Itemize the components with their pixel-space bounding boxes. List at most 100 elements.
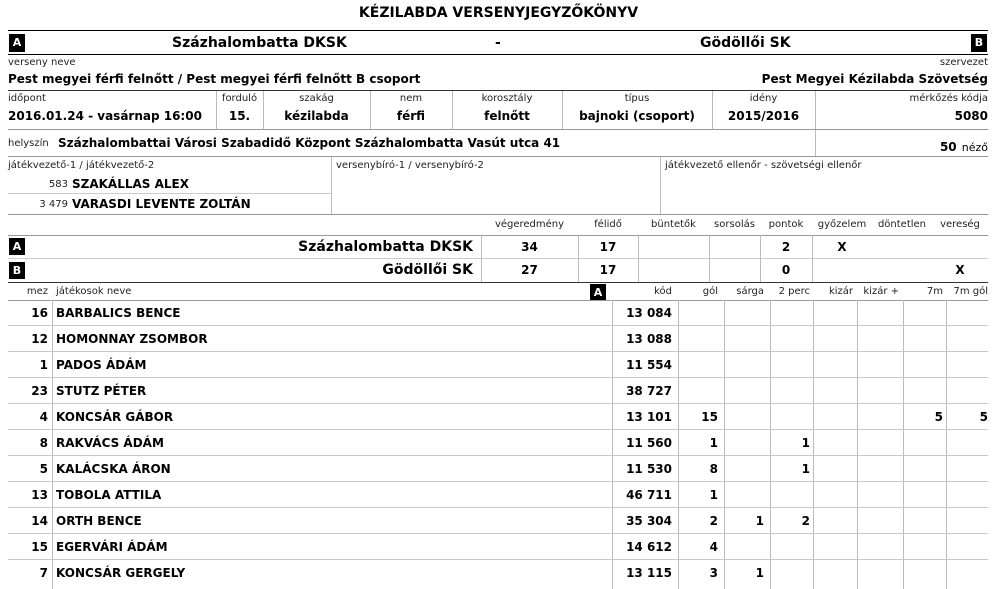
table-row: 16 BARBALICS BENCE 13 084: [8, 300, 988, 326]
match-code-value: 5080: [954, 109, 988, 123]
gender-value: férfi: [396, 109, 426, 123]
result-b-team: Gödöllői SK: [382, 262, 473, 278]
player-goals: 4: [709, 540, 718, 554]
player-goals: 1: [709, 436, 718, 450]
player-number: 1: [39, 358, 48, 372]
table-row: 1 PADOS ÁDÁM 11 554: [8, 352, 988, 378]
player-number: 13: [31, 488, 48, 502]
result-a-points: 2: [781, 240, 791, 254]
result-b-badge: B: [9, 262, 25, 279]
player-number: 5: [39, 462, 48, 476]
player-number: 7: [39, 566, 48, 580]
round-label: forduló: [221, 93, 258, 104]
referee-1-id: 583: [48, 179, 68, 190]
time-value: 2016.01.24 - vasárnap 16:00: [8, 109, 202, 123]
player-number: 12: [31, 332, 48, 346]
player-goals: 8: [709, 462, 718, 476]
sport-label: szakág: [299, 93, 334, 104]
teams-separator: -: [495, 35, 501, 51]
player-2min: 1: [801, 462, 810, 476]
document-title: KÉZILABDA VERSENYJEGYZŐKÖNYV: [358, 5, 639, 21]
controller-label: játékvezető ellenőr - szövetségi ellenőr: [665, 160, 862, 171]
table-row: 15 EGERVÁRI ÁDÁM 14 612 4: [8, 534, 988, 560]
results-half-header: félidő: [594, 219, 622, 230]
player-code: 11 530: [626, 462, 672, 476]
player-name: PADOS ÁDÁM: [56, 358, 147, 372]
player-name: STUTZ PÉTER: [56, 384, 147, 398]
match-code-label: mérkőzés kódja: [909, 93, 988, 104]
results-points-header: pontok: [768, 219, 804, 230]
result-a-final: 34: [521, 240, 538, 254]
player-number: 8: [39, 436, 48, 450]
referee-1-name: SZAKÁLLAS ALEX: [72, 177, 189, 191]
results-draw-header: sorsolás: [714, 219, 755, 230]
players-2min-header: 2 perc: [778, 286, 810, 297]
venue-value: Százhalombattai Városi Szabadidő Központ…: [58, 136, 561, 150]
table-row: 7 KONCSÁR GERGELY 13 115 3 1: [8, 560, 988, 586]
player-code: 13 088: [626, 332, 672, 346]
spectators: 50 néző: [940, 136, 988, 155]
player-code: 13 101: [626, 410, 672, 424]
player-goals: 2: [709, 514, 718, 528]
result-b-final: 27: [521, 263, 538, 277]
table-row: 13 TOBOLA ATTILA 46 711 1: [8, 482, 988, 508]
player-name: KONCSÁR GERGELY: [56, 566, 186, 580]
table-row: 5 KALÁCSKA ÁRON 11 530 8 1: [8, 456, 988, 482]
season-value: 2015/2016: [727, 109, 800, 123]
result-b-loss: X: [955, 263, 965, 277]
result-b-points: 0: [781, 263, 791, 277]
player-goals: 1: [709, 488, 718, 502]
season-label: idény: [749, 93, 778, 104]
players-7m-header: 7m: [926, 286, 943, 297]
age-group-label: korosztály: [481, 93, 533, 104]
player-code: 35 304: [626, 514, 672, 528]
player-name: TOBOLA ATTILA: [56, 488, 162, 502]
judges-label: versenybíró-1 / versenybíró-2: [336, 160, 484, 171]
player-goals: 3: [709, 566, 718, 580]
players-team-badge: A: [590, 284, 606, 301]
player-7m-goal: 5: [979, 410, 988, 424]
players-excl-plus-header: kizár +: [863, 286, 899, 297]
player-name: EGERVÁRI ÁDÁM: [56, 540, 168, 554]
result-b-half: 17: [599, 263, 617, 277]
players-yellow-header: sárga: [736, 286, 764, 297]
player-name: RAKVÁCS ÁDÁM: [56, 436, 164, 450]
results-win-header: győzelem: [817, 219, 867, 230]
player-code: 38 727: [626, 384, 672, 398]
table-row: 8 RAKVÁCS ÁDÁM 11 560 1 1: [8, 430, 988, 456]
player-name: KONCSÁR GÁBOR: [56, 410, 174, 424]
sport-value: kézilabda: [284, 109, 349, 123]
table-row: 23 STUTZ PÉTER 38 727: [8, 378, 988, 404]
player-number: 23: [31, 384, 48, 398]
teams-bar: A Százhalombatta DKSK - Gödöllői SK B: [8, 30, 988, 55]
results-loss-header: vereség: [940, 219, 980, 230]
referee-2-name: VARASDI LEVENTE ZOLTÁN: [72, 197, 251, 211]
player-number: 15: [31, 540, 48, 554]
player-name: HOMONNAY ZSOMBOR: [56, 332, 208, 346]
player-code: 13 115: [626, 566, 672, 580]
player-yellow: 1: [755, 514, 764, 528]
team-b-name: Gödöllői SK: [700, 35, 791, 51]
player-yellow: 1: [755, 566, 764, 580]
spectators-label: néző: [961, 141, 988, 154]
result-a-half: 17: [599, 240, 617, 254]
player-2min: 1: [801, 436, 810, 450]
organization-label: szervezet: [939, 57, 988, 68]
table-row: 12 HOMONNAY ZSOMBOR 13 088: [8, 326, 988, 352]
round-value: 15.: [228, 109, 251, 123]
gender-label: nem: [399, 93, 423, 104]
table-row: 14 ORTH BENCE 35 304 2 1 2: [8, 508, 988, 534]
players-number-header: mez: [26, 286, 48, 297]
organization-name: Pest Megyei Kézilabda Szövetség: [761, 72, 988, 86]
table-row: 4 KONCSÁR GÁBOR 13 101 15 5 5: [8, 404, 988, 430]
results-penalties-header: büntetők: [651, 219, 696, 230]
competition-name: Pest megyei férfi felnőtt / Pest megyei …: [8, 72, 421, 86]
players-excl-header: kizár: [828, 286, 853, 297]
player-goals: 15: [701, 410, 718, 424]
result-a-win: X: [837, 240, 847, 254]
result-a-team: Százhalombatta DKSK: [298, 239, 473, 255]
players-goals-header: gól: [702, 286, 718, 297]
referees-label: játékvezető-1 / játékvezető-2: [8, 160, 155, 171]
player-code: 13 084: [626, 306, 672, 320]
team-a-badge: A: [9, 34, 25, 52]
